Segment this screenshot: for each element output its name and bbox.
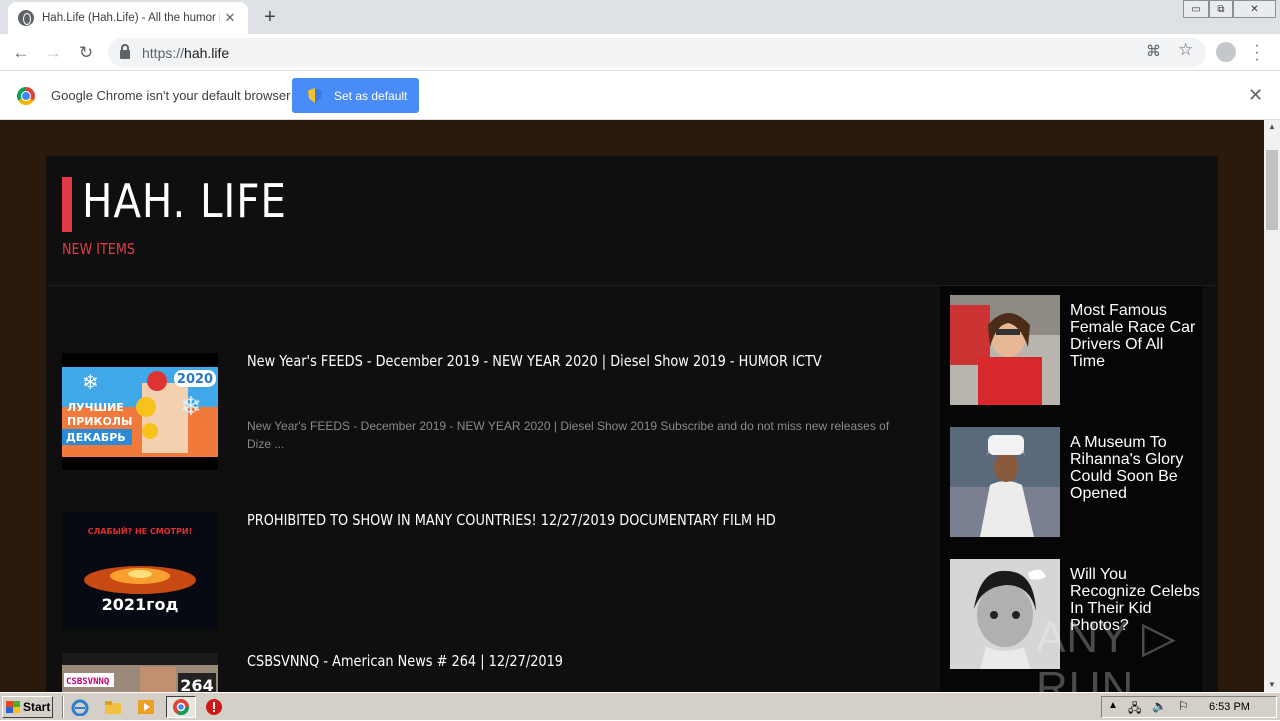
url-text: https://hah.life [142,44,230,61]
feed-item-title[interactable]: CSBSVNNQ - American News # 264 | 12/27/2… [247,652,563,670]
thumb-line-3: ДЕКАБРЬ [66,431,126,444]
feed-thumbnail[interactable]: CSBSVNNQ 264 [62,653,218,692]
chrome-taskbar-button[interactable] [166,696,196,718]
flag-icon[interactable]: ⚐ [1178,699,1189,713]
svg-text:❄: ❄ [180,391,202,421]
chrome-icon [17,87,35,105]
scroll-up-icon[interactable]: ▲ [1264,120,1280,134]
promo-image[interactable] [950,295,1060,405]
thumb-line-2: ПРИКОЛЫ [67,415,132,428]
infobar-close-icon[interactable]: ✕ [1248,85,1263,106]
minimize-button[interactable]: ▭ [1183,0,1209,18]
browser-toolbar: ← → ↻ https://hah.life ⌘ ☆ · · · [0,34,1280,71]
lock-icon [120,44,130,59]
feed-thumbnail[interactable]: 2020 ЛУЧШИЕ ПРИКОЛЫ ДЕКАБРЬ ❄ ❄ [62,353,218,470]
internet-explorer-icon[interactable] [71,698,89,717]
feed-item-title[interactable]: PROHIBITED TO SHOW IN MANY COUNTRIES! 12… [247,511,776,529]
infobar-message: Google Chrome isn't your default browser [51,88,291,103]
tray-expand-icon[interactable]: ▲ [1108,700,1118,711]
thumb-brand-text: CSBSVNNQ [66,677,110,687]
volume-icon[interactable]: 🔈 [1152,699,1167,713]
taskbar-separator [62,696,64,718]
address-bar[interactable]: https://hah.life [108,38,1206,67]
tab-strip: Hah.Life (Hah.Life) - All the humor in ✕… [0,0,1280,34]
start-label: Start [23,700,51,714]
feed-item-description: New Year's FEEDS - December 2019 - NEW Y… [247,419,890,451]
scrollbar-thumb[interactable] [1266,150,1278,230]
logo-accent-bar [62,177,72,232]
svg-text:❄: ❄ [82,372,99,394]
page-scrollbar[interactable]: ▲ ▼ [1264,120,1280,692]
promo-title[interactable]: A Museum To Rihanna's Glory Could Soon B… [1070,434,1200,502]
reload-icon[interactable]: ↻ [75,42,97,64]
promo-image[interactable] [950,427,1060,537]
star-icon[interactable]: ☆ [1178,40,1193,60]
back-icon[interactable]: ← [10,42,32,64]
promo-item[interactable]: Most Famous Female Race Car Drivers Of A… [950,295,1200,405]
network-icon[interactable]: 🖧 [1128,699,1141,720]
windows-logo-icon [6,701,20,713]
feed-item-title[interactable]: New Year's FEEDS - December 2019 - NEW Y… [247,352,822,370]
thumb-line-1: ЛУЧШИЕ [67,401,124,414]
site-logo[interactable]: HAH. LIFE [82,174,287,228]
tab-title: Hah.Life (Hah.Life) - All the humor in [42,12,220,24]
feed-thumbnail[interactable]: СЛАБЫЙ? НЕ СМОТРИ! 2021год [62,512,218,629]
browser-tab[interactable]: Hah.Life (Hah.Life) - All the humor in ✕ [8,2,248,34]
thumb-year-text: 2020 [177,372,213,387]
thumb-warning-text: СЛАБЫЙ? НЕ СМОТРИ! [88,525,192,536]
taskbar: Start ▲ 🖧 🔈 ⚐ 6:53 PM [0,692,1280,720]
taskbar-clock[interactable]: 6:53 PM [1209,701,1250,713]
default-browser-infobar: Google Chrome isn't your default browser… [0,71,1280,120]
window-close-button[interactable]: ✕ [1233,0,1276,18]
tab-close-icon[interactable]: ✕ [222,10,238,26]
restore-button[interactable]: ⧉ [1209,0,1233,18]
scroll-down-icon[interactable]: ▼ [1264,678,1280,692]
globe-icon [18,10,34,26]
site-header: HAH. LIFE NEW ITEMS [46,156,1218,286]
thumb-year-text: 2021год [102,595,179,614]
system-tray: ▲ 🖧 🔈 ⚐ 6:53 PM [1101,696,1277,718]
set-default-label: Set as default [334,88,408,103]
promo-title[interactable]: Most Famous Female Race Car Drivers Of A… [1070,302,1200,370]
new-tab-button[interactable]: + [258,6,282,29]
thumb-number-text: 264 [180,676,213,692]
page-viewport: HAH. LIFE NEW ITEMS 2020 ЛУЧШИЕ ПРИКОЛЫ … [0,120,1264,692]
media-player-icon[interactable] [137,698,155,716]
promo-item[interactable]: A Museum To Rihanna's Glory Could Soon B… [950,427,1200,537]
shield-icon [308,88,322,103]
forward-icon[interactable]: → [42,42,64,64]
translate-icon[interactable]: ⌘ [1146,42,1161,60]
profile-avatar-icon[interactable] [1216,42,1236,62]
section-label: NEW ITEMS [62,240,135,258]
stop-icon[interactable] [205,698,223,716]
set-default-button[interactable]: Set as default [292,78,419,113]
folder-icon[interactable] [104,698,122,716]
start-button[interactable]: Start [2,696,53,718]
menu-icon[interactable]: · · · [1253,38,1261,68]
